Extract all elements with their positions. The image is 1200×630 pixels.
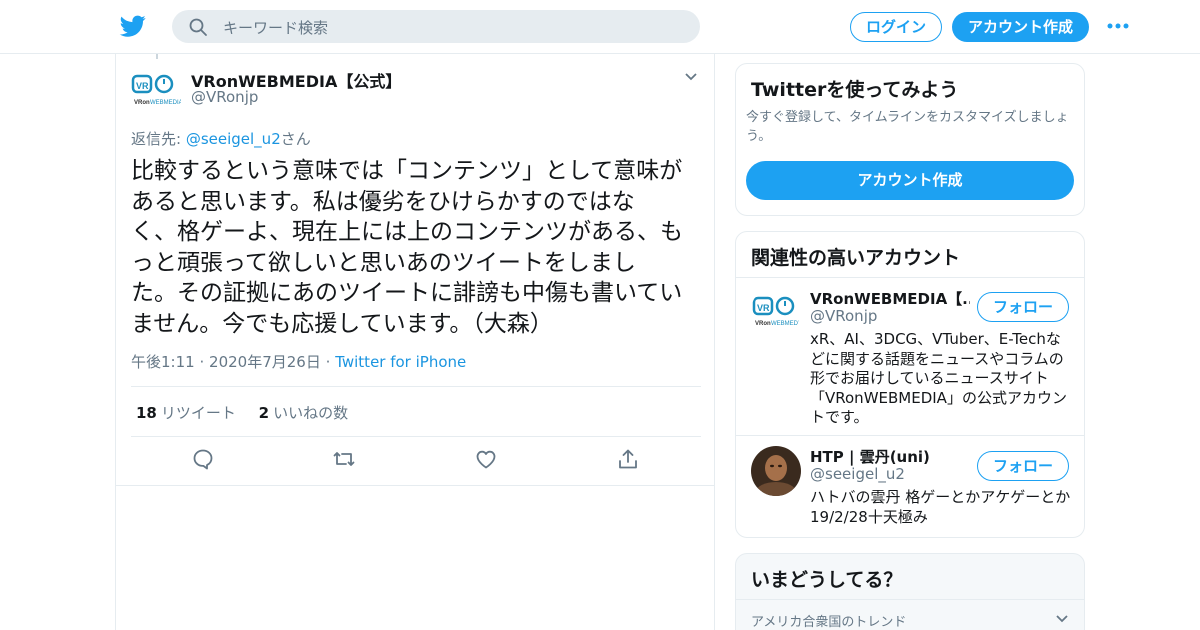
tweet-date[interactable]: 2020年7月26日 — [209, 353, 321, 371]
search-input[interactable]: キーワード検索 — [223, 17, 328, 38]
trends-title: いまどうしてる？ — [751, 569, 903, 591]
trends-card: いまどうしてる？ アメリカ合衆国のトレンド — [735, 553, 1085, 630]
search-icon — [189, 18, 207, 36]
follow-button[interactable]: フォロー — [977, 292, 1069, 322]
top-bar: キーワード検索 ログイン アカウント作成 — [0, 0, 1200, 54]
account-name[interactable]: VRonWEBMEDIA【... — [810, 288, 970, 309]
twitter-bird-icon[interactable] — [119, 13, 147, 39]
tweet-text-line: あると思います。私は優劣をひけらかすのではな — [131, 188, 635, 215]
retweet-icon[interactable] — [332, 447, 356, 471]
search-bar[interactable]: キーワード検索 — [172, 10, 700, 43]
share-icon[interactable] — [616, 447, 640, 471]
tweet-time[interactable]: 午後1:11 — [131, 353, 195, 371]
like-icon[interactable] — [474, 447, 498, 471]
avatar[interactable] — [751, 446, 801, 496]
signup-card-title: Twitterを使ってみよう — [751, 79, 959, 101]
tweet-source-link[interactable]: Twitter for iPhone — [335, 353, 466, 371]
thread-line — [156, 54, 158, 59]
tweet-text-line: っと頑張って欲しいと思いあのツイートをしまし — [131, 249, 636, 276]
tweet-text: 比較するという意味では「コンテンツ」として意味が あると思います。私は優劣をひけ… — [131, 156, 703, 339]
retweet-label: リツイート — [160, 404, 236, 422]
account-bio: ハトバの雲丹 格ゲーとかアケゲーとか19/2/28十天極み — [810, 488, 1071, 526]
tweet-text-line: ません。今でも応援しています。（大森） — [131, 310, 553, 337]
account-name[interactable]: HTP | 雲丹(uni) — [810, 446, 970, 467]
related-accounts-title: 関連性の高いアカウント — [751, 247, 961, 269]
retweet-stat[interactable]: 18 リツイート — [136, 404, 236, 422]
reply-prefix: 返信先: — [131, 130, 186, 148]
login-button[interactable]: ログイン — [850, 12, 942, 42]
divider — [131, 386, 701, 387]
signup-card-button[interactable]: アカウント作成 — [746, 161, 1074, 200]
retweet-count: 18 — [136, 404, 157, 422]
follow-button[interactable]: フォロー — [977, 451, 1069, 481]
tweet-stats: 18 リツイート 2 いいねの数 — [136, 402, 366, 423]
reply-suffix: さん — [280, 130, 311, 148]
chevron-down-icon[interactable] — [1055, 614, 1069, 624]
related-accounts-card: 関連性の高いアカウント VR VRon WEBMEDIA VRonWEBMEDI… — [735, 231, 1085, 538]
tweet-actions — [116, 447, 714, 477]
like-count: 2 — [258, 404, 270, 422]
divider — [736, 599, 1084, 600]
tweet-text-line: く、格ゲーよ、現在上には上のコンテンツがある、も — [131, 219, 683, 245]
more-icon[interactable] — [1107, 20, 1129, 32]
signup-card: Twitterを使ってみよう 今すぐ登録して、タイムラインをカスタマイズしましょ… — [735, 63, 1085, 216]
account-handle[interactable]: @VRonjp — [810, 307, 877, 325]
svg-text:WEBMEDIA: WEBMEDIA — [771, 321, 801, 327]
signup-button[interactable]: アカウント作成 — [952, 12, 1089, 42]
svg-text:VRon: VRon — [755, 321, 771, 327]
avatar[interactable]: VR VRon WEBMEDIA — [131, 70, 181, 110]
tweet-detail: VR VRon WEBMEDIA VRonWEBMEDIA【公式】 @VRonj… — [115, 54, 715, 630]
svg-text:VRon: VRon — [134, 100, 150, 106]
reply-to: 返信先: @seeigel_u2さん — [131, 128, 311, 149]
chevron-down-icon[interactable] — [684, 72, 698, 82]
tweet-text-line: た。その証拠にあのツイートに誹謗も中傷も書いてい — [131, 280, 683, 306]
reply-mention-link[interactable]: @seeigel_u2 — [186, 130, 281, 148]
like-label: いいねの数 — [273, 404, 349, 422]
account-bio: xR、AI、3DCG、VTuber、E-Techなどに関する話題をニュースやコラ… — [810, 330, 1067, 426]
tweet-text-line: 比較するという意味では「コンテンツ」として意味が — [131, 158, 683, 184]
divider — [736, 277, 1084, 278]
divider — [736, 435, 1084, 436]
avatar[interactable]: VR VRon WEBMEDIA — [751, 286, 801, 336]
svg-text:VR: VR — [757, 303, 770, 313]
signup-card-description: 今すぐ登録して、タイムラインをカスタマイズしましょう。 — [746, 110, 1069, 144]
account-handle[interactable]: @seeigel_u2 — [810, 465, 905, 483]
separator-dot: · — [325, 353, 331, 371]
svg-text:WEBMEDIA: WEBMEDIA — [150, 100, 181, 106]
author-handle[interactable]: @VRonjp — [191, 88, 258, 106]
like-stat[interactable]: 2 いいねの数 — [259, 404, 348, 422]
divider — [116, 485, 714, 486]
reply-icon[interactable] — [191, 447, 215, 471]
divider — [131, 436, 701, 437]
svg-text:VR: VR — [136, 81, 149, 91]
separator-dot: · — [199, 353, 205, 371]
tweet-metadata: 午後1:11 · 2020年7月26日 · Twitter for iPhone — [131, 351, 466, 372]
trends-location[interactable]: アメリカ合衆国のトレンド — [751, 611, 906, 630]
